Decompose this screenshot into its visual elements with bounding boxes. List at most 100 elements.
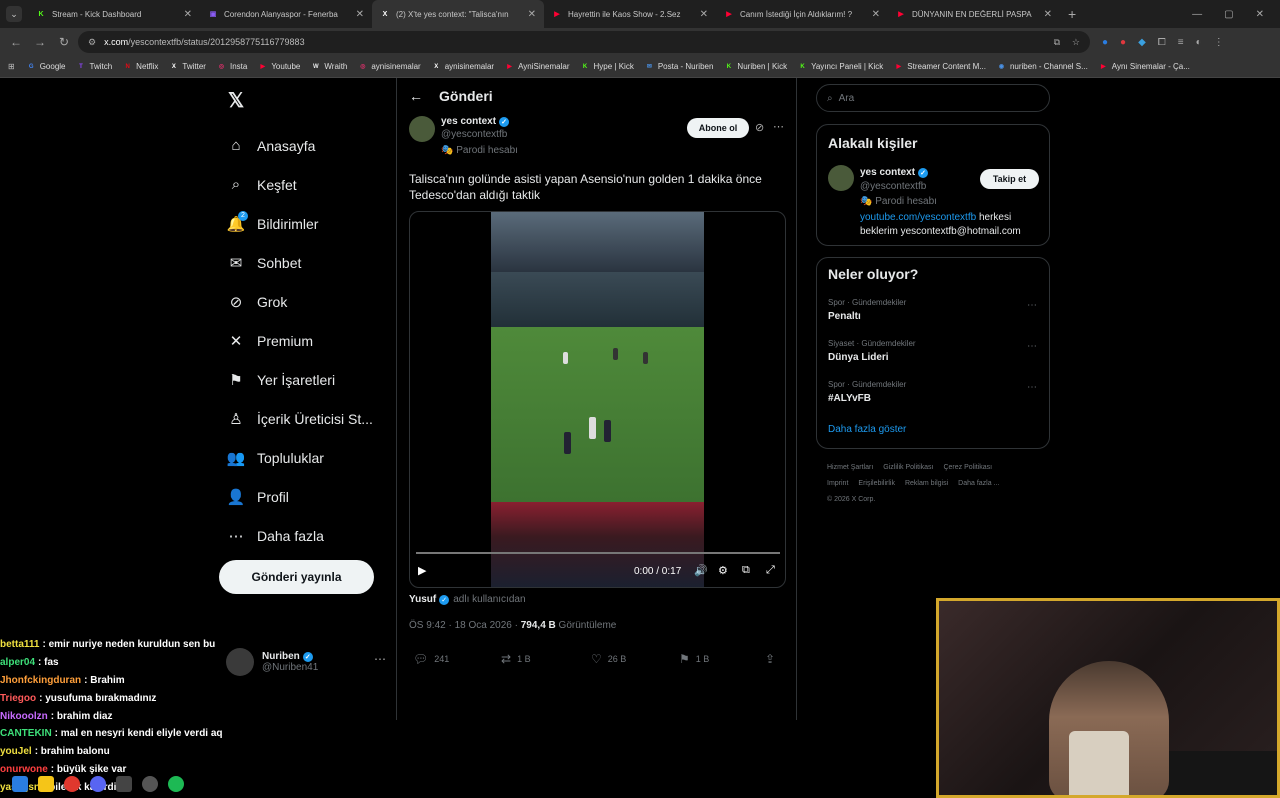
footer-link[interactable]: Imprint [827,480,848,487]
credit-name[interactable]: Yusuf [409,594,436,605]
close-tab-icon[interactable]: ✕ [356,9,364,20]
video-player[interactable]: ▶ 0:00 / 0:17 🔊 ⚙ ⧉ ⤢ [409,211,786,588]
bookmark-button[interactable]: ⚑ 1 B [679,652,709,666]
footer-link[interactable]: Reklam bilgisi [905,480,948,487]
x-logo-icon[interactable]: 𝕏 [228,88,244,113]
trend-item[interactable]: Siyaset · Gündemdekiler Dünya Lideri [828,339,916,363]
nav-item-notifications[interactable]: 🔔 2 Bildirimler [226,204,373,243]
bookmark-item[interactable]: W Wraith [311,62,347,71]
star-icon[interactable]: ☆ [1072,37,1080,48]
grok-icon[interactable]: ⊘ [755,121,764,134]
browser-tab[interactable]: ▶ DÜNYANIN EN DEĞERLİ PASPA ✕ [888,0,1060,28]
bookmark-item[interactable]: N Netflix [123,62,159,71]
post-button[interactable]: Gönderi yayınla [219,560,374,594]
share-button[interactable]: ⇪ [765,652,781,666]
extension-icon[interactable]: ◆ [1138,37,1146,48]
url-field[interactable]: ⚙ x.com/yescontextfb/status/201295877511… [78,31,1090,53]
settings-icon[interactable]: ⚙ [718,564,728,577]
nav-item-explore[interactable]: ⌕ Keşfet [226,165,373,204]
chat-username[interactable]: alper04 [0,657,35,668]
extension-icon[interactable]: ● [1102,37,1108,48]
discord-icon[interactable] [90,776,106,792]
maximize-button[interactable]: ▢ [1224,9,1233,20]
bookmark-item[interactable]: T Twitch [77,62,112,71]
more-icon[interactable]: ⋯ [1027,382,1037,393]
nav-item-bookmarks[interactable]: ⚑ Yer İşaretleri [226,360,373,399]
cast-icon[interactable]: ⧉ [1054,37,1060,48]
browser-tab[interactable]: ▶ Hayrettin ile Kaos Show - 2.Sez ✕ [544,0,716,28]
account-switcher[interactable]: Nuriben ✓ @Nuriben41 ⋯ [226,644,386,680]
more-icon[interactable]: ⋯ [374,652,386,666]
profile-icon[interactable]: ◐ [1196,37,1202,48]
puzzle-icon[interactable]: ⧠ [1158,37,1166,48]
post-author[interactable]: yes context ✓ @yescontextfb 🎭 Parodi hesa… [409,116,518,156]
footer-link[interactable]: Gizlilik Politikası [883,464,933,471]
forward-icon[interactable]: → [28,35,52,49]
bookmark-item[interactable]: ✉ Posta - Nuriben [645,62,714,71]
related-handle[interactable]: @yescontextfb [860,181,926,192]
avatar[interactable] [828,165,854,191]
nav-item-creator-studio[interactable]: ♙ İçerik Üreticisi St... [226,399,373,438]
trend-item[interactable]: Spor · Gündemdekiler Penaltı [828,298,906,322]
show-more-link[interactable]: Daha fazla göster [828,424,906,435]
start-icon[interactable] [12,776,28,792]
footer-link[interactable]: Erişilebilirlik [858,480,895,487]
close-tab-icon[interactable]: ✕ [1044,9,1052,20]
fullscreen-icon[interactable]: ⤢ [766,564,775,577]
nav-item-communities[interactable]: 👥 Topluluklar [226,438,373,477]
back-icon[interactable]: ← [4,35,28,49]
close-tab-icon[interactable]: ✕ [184,9,192,20]
browser-tab[interactable]: X (2) X'te yes context: "Talisca'nın ✕ [372,0,544,28]
trend-item[interactable]: Spor · Gündemdekiler #ALYvFB [828,380,906,404]
more-icon[interactable]: ⋯ [1027,300,1037,311]
minimize-button[interactable]: — [1192,9,1202,20]
subscribe-button[interactable]: Abone ol [687,118,749,138]
browser-tab[interactable]: K Stream - Kick Dashboard ✕ [28,0,200,28]
site-info-icon[interactable]: ⚙ [88,37,96,48]
close-tab-icon[interactable]: ✕ [872,9,880,20]
close-tab-icon[interactable]: ✕ [700,9,708,20]
bookmark-item[interactable]: ◉ nuriben - Channel S... [997,62,1088,71]
chat-username[interactable]: betta111 [0,639,39,650]
reload-icon[interactable]: ↻ [52,35,76,49]
browser-tab[interactable]: ▶ Canım İstediği İçin Aldıklarım! ? ✕ [716,0,888,28]
footer-link[interactable]: Daha fazla ... [958,480,999,487]
browser-tab[interactable]: ▣ Corendon Alanyaspor - Fenerba ✕ [200,0,372,28]
footer-link[interactable]: Çerez Politikası [943,464,992,471]
obs-icon[interactable] [142,776,158,792]
new-tab-button[interactable]: + [1068,6,1076,22]
nav-item-home[interactable]: ⌂ Anasayfa [226,126,373,165]
more-icon[interactable]: ⋯ [773,120,784,133]
chrome-icon[interactable] [64,776,80,792]
nav-item-chat[interactable]: ✉ Sohbet [226,243,373,282]
reading-list-icon[interactable]: ≡ [1178,37,1184,48]
bookmark-item[interactable]: G Google [27,62,66,71]
volume-icon[interactable]: 🔊 [694,564,708,577]
spotify-icon[interactable] [168,776,184,792]
bookmark-item[interactable]: ▶ Streamer Content M... [894,62,986,71]
browser-menu-icon[interactable]: ⋮ [1214,37,1224,48]
bookmark-item[interactable]: ◎ aynisinemalar [358,62,420,71]
file-explorer-icon[interactable] [38,776,54,792]
tab-search-button[interactable]: ⌄ [6,6,22,22]
bio-link[interactable]: youtube.com/yescontextfb [860,212,976,223]
nav-item-more[interactable]: ⋯ Daha fazla [226,516,373,555]
extension-icon[interactable]: ● [1120,37,1126,48]
chat-username[interactable]: Triegoo [0,693,36,704]
bookmark-item[interactable]: ▶ AyniSinemalar [505,62,569,71]
play-icon[interactable]: ▶ [418,564,426,577]
pip-icon[interactable]: ⧉ [742,564,750,577]
nav-item-premium[interactable]: ✕ Premium [226,321,373,360]
nav-item-profile[interactable]: 👤 Profil [226,477,373,516]
bookmark-item[interactable]: Xaynisinemalar [432,62,494,71]
post-time[interactable]: ÖS 9:42 · 18 Oca 2026 · [409,620,521,631]
author-handle[interactable]: @yescontextfb [441,129,518,140]
bookmark-item[interactable]: ▶ Aynı Sinemalar - Ça... [1099,62,1190,71]
footer-link[interactable]: Hizmet Şartları [827,464,873,471]
reply-button[interactable]: 💬︎ 241 [413,652,449,666]
video-progress-bar[interactable] [416,552,780,554]
bookmark-item[interactable]: K Nuriben | Kick [724,62,787,71]
chat-username[interactable]: youJel [0,746,32,757]
more-icon[interactable]: ⋯ [1027,341,1037,352]
bookmark-item[interactable]: K Hype | Kick [581,62,634,71]
